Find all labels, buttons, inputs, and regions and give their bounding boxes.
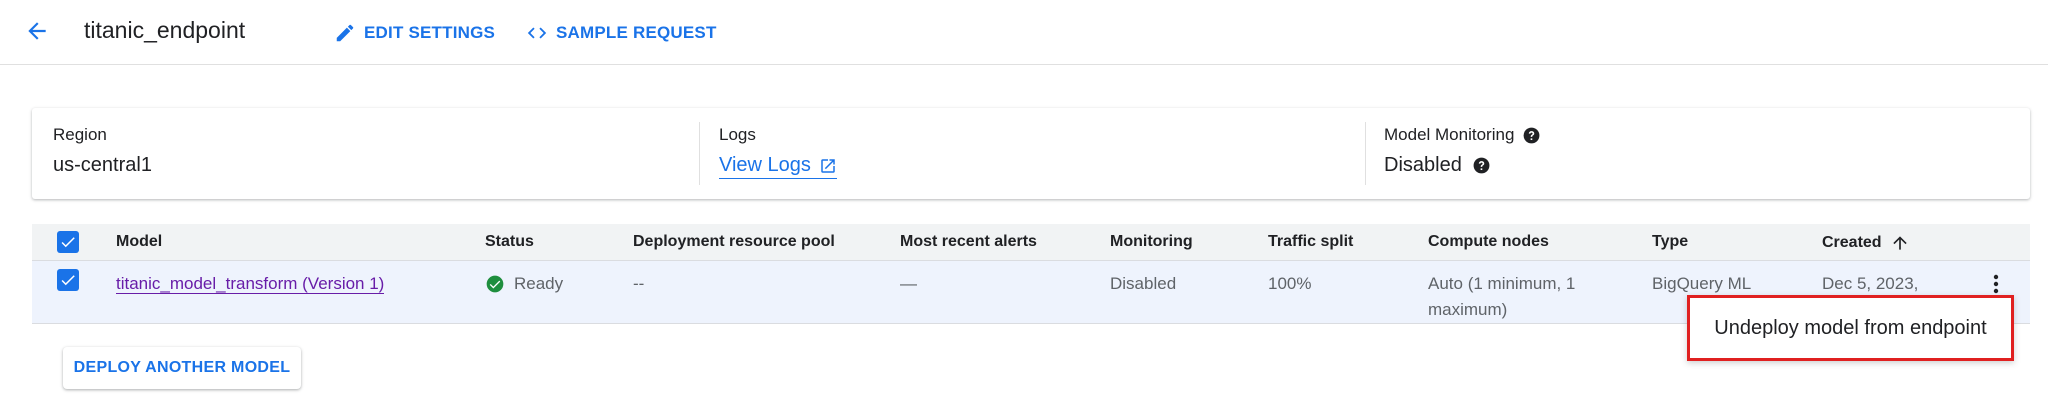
check-icon bbox=[61, 237, 75, 248]
page-header: titanic_endpoint EDIT SETTINGS SAMPLE RE… bbox=[0, 0, 2048, 65]
column-status[interactable]: Status bbox=[485, 233, 534, 251]
edit-settings-button[interactable]: EDIT SETTINGS bbox=[334, 20, 495, 46]
model-monitoring-value: Disabled bbox=[1384, 154, 1462, 176]
divider bbox=[699, 122, 700, 185]
open-in-new-icon bbox=[821, 158, 835, 173]
pencil-icon bbox=[336, 24, 354, 42]
undeploy-model-menu-item[interactable]: Undeploy model from endpoint bbox=[1687, 295, 2014, 361]
status-text: Ready bbox=[514, 274, 564, 293]
row-checkbox[interactable] bbox=[57, 269, 79, 291]
help-icon[interactable] bbox=[1472, 156, 1491, 175]
monitoring-cell: Disabled bbox=[1110, 274, 1177, 293]
sample-request-label: SAMPLE REQUEST bbox=[556, 23, 717, 42]
back-button[interactable] bbox=[20, 14, 54, 48]
view-logs-link[interactable]: View Logs bbox=[719, 154, 837, 179]
model-link[interactable]: titanic_model_transform (Version 1) bbox=[116, 274, 385, 294]
created-cell: Dec 5, 2023, bbox=[1822, 274, 1919, 293]
sample-request-button[interactable]: SAMPLE REQUEST bbox=[526, 20, 717, 46]
arrow-back-icon bbox=[28, 22, 46, 40]
logs-label: Logs bbox=[719, 125, 756, 144]
traffic-split-cell: 100% bbox=[1268, 274, 1312, 293]
more-vert-icon bbox=[1993, 274, 1999, 294]
column-most-recent-alerts[interactable]: Most recent alerts bbox=[900, 233, 1037, 251]
alerts-cell: — bbox=[900, 274, 917, 293]
column-type[interactable]: Type bbox=[1652, 233, 1688, 251]
endpoint-info-card: Region us-central1 Logs View Logs Model … bbox=[32, 108, 2030, 199]
view-logs-label: View Logs bbox=[719, 154, 811, 176]
type-cell: BigQuery ML bbox=[1652, 274, 1752, 293]
select-all-checkbox[interactable] bbox=[57, 231, 79, 253]
deploy-another-model-button[interactable]: DEPLOY ANOTHER MODEL bbox=[63, 347, 301, 389]
column-compute-nodes[interactable]: Compute nodes bbox=[1428, 233, 1549, 251]
pool-cell: -- bbox=[633, 274, 645, 293]
help-icon[interactable] bbox=[1522, 126, 1541, 145]
region-value: us-central1 bbox=[53, 154, 152, 176]
page-title: titanic_endpoint bbox=[84, 17, 246, 43]
column-created-label: Created bbox=[1822, 234, 1882, 251]
column-monitoring[interactable]: Monitoring bbox=[1110, 233, 1193, 251]
status-cell: Ready bbox=[485, 271, 563, 297]
column-created[interactable]: Created bbox=[1822, 233, 1910, 253]
check-circle-icon bbox=[486, 275, 504, 293]
check-icon bbox=[61, 275, 75, 286]
model-monitoring-label: Model Monitoring bbox=[1384, 125, 1515, 144]
column-traffic-split[interactable]: Traffic split bbox=[1268, 233, 1353, 251]
code-icon bbox=[527, 27, 547, 39]
compute-nodes-cell: Auto (1 minimum, 1 maximum) bbox=[1428, 274, 1576, 319]
arrow-upward-icon bbox=[1892, 236, 1907, 250]
region-label: Region bbox=[53, 125, 107, 144]
column-deployment-resource-pool[interactable]: Deployment resource pool bbox=[633, 233, 835, 251]
column-model[interactable]: Model bbox=[116, 233, 162, 251]
divider bbox=[1365, 122, 1366, 185]
edit-settings-label: EDIT SETTINGS bbox=[364, 23, 496, 42]
table-header: Model Status Deployment resource pool Mo… bbox=[32, 224, 2030, 261]
